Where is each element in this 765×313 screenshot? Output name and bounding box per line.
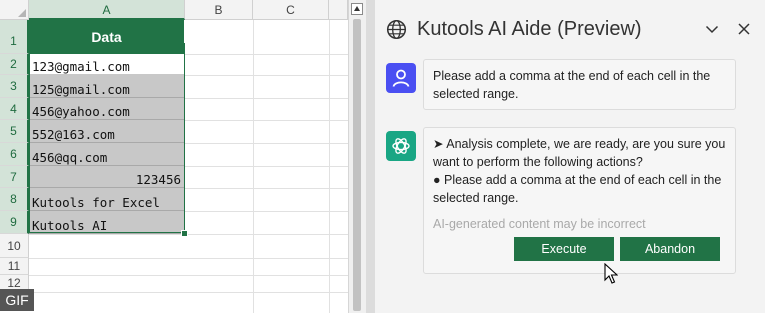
close-icon[interactable] <box>737 22 751 36</box>
spreadsheet: A B C 1 2 3 4 5 6 7 8 9 10 11 12 Data 12… <box>0 0 348 313</box>
chevron-down-icon[interactable] <box>705 22 719 36</box>
panel-title: Kutools AI Aide (Preview) <box>417 18 642 40</box>
row-header-5[interactable]: 5 <box>0 120 29 143</box>
scroll-up-icon[interactable] <box>351 3 363 15</box>
fill-handle[interactable] <box>181 230 188 237</box>
row-header-8[interactable]: 8 <box>0 188 29 211</box>
scroll-thumb[interactable] <box>353 19 361 311</box>
cell-a2[interactable]: 123@gmail.com <box>29 54 184 75</box>
abandon-button[interactable]: Abandon <box>620 237 720 261</box>
cell-a3[interactable]: 125@gmail.com <box>29 75 184 98</box>
user-avatar <box>386 63 416 93</box>
row-header-10[interactable]: 10 <box>0 234 29 258</box>
user-message-bubble: Please add a comma at the end of each ce… <box>423 59 736 110</box>
pane-divider <box>366 0 375 313</box>
vertical-scrollbar[interactable] <box>348 0 366 313</box>
row-header-4[interactable]: 4 <box>0 98 29 120</box>
column-header-c[interactable]: C <box>253 0 329 20</box>
cell-a5[interactable]: 552@163.com <box>29 120 184 143</box>
cell-a1-header[interactable]: Data <box>29 20 184 54</box>
user-icon <box>392 69 410 87</box>
ai-message-line2: ● Please add a comma at the end of each … <box>433 173 722 205</box>
execute-button[interactable]: Execute <box>514 237 614 261</box>
gif-badge: GIF <box>0 289 34 311</box>
ai-disclaimer: AI-generated content may be incorrect <box>433 217 646 231</box>
ai-message-line1: ➤ Analysis complete, we are ready, are y… <box>433 137 726 169</box>
row-header-7[interactable]: 7 <box>0 166 29 188</box>
cell-a6[interactable]: 456@qq.com <box>29 143 184 166</box>
row-header-6[interactable]: 6 <box>0 143 29 166</box>
ai-avatar <box>386 131 416 161</box>
cell-a4[interactable]: 456@yahoo.com <box>29 98 184 120</box>
column-header-b[interactable]: B <box>185 0 253 20</box>
select-all-corner[interactable] <box>0 0 29 20</box>
row-header-11[interactable]: 11 <box>0 258 29 275</box>
row-header-9[interactable]: 9 <box>0 211 29 234</box>
column-header-a[interactable]: A <box>29 0 185 20</box>
globe-icon <box>386 19 407 40</box>
openai-icon <box>392 138 410 154</box>
ai-message-bubble: ➤ Analysis complete, we are ready, are y… <box>423 127 736 274</box>
cell-a9[interactable]: Kutools AI <box>29 211 184 234</box>
cell-a7[interactable]: 123456 <box>29 166 184 188</box>
column-header-d[interactable] <box>329 0 348 20</box>
row-header-1[interactable]: 1 <box>0 20 29 54</box>
kutools-ai-panel: Kutools AI Aide (Preview) Please add a c… <box>375 0 765 313</box>
user-message-text: Please add a comma at the end of each ce… <box>433 69 711 101</box>
cell-a8[interactable]: Kutools for Excel <box>29 188 184 211</box>
mouse-cursor-icon <box>604 263 618 284</box>
row-header-2[interactable]: 2 <box>0 54 29 75</box>
row-header-3[interactable]: 3 <box>0 75 29 98</box>
